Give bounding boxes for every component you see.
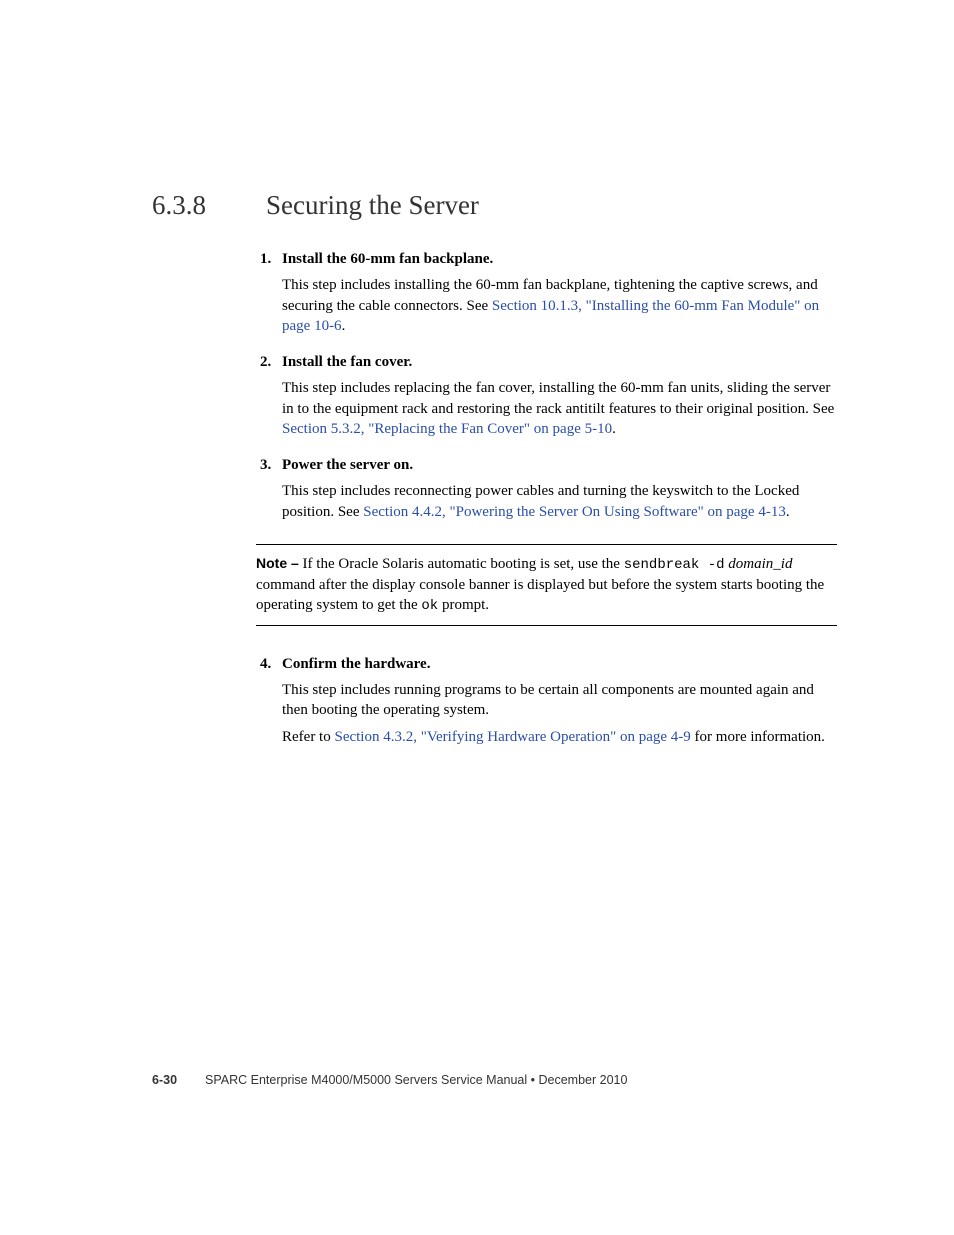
step-body: Refer to Section 4.3.2, "Verifying Hardw… bbox=[282, 727, 837, 747]
step-text-post: for more information. bbox=[691, 729, 825, 745]
step-2: Install the fan cover. This step include… bbox=[260, 352, 837, 439]
step-4: Confirm the hardware. This step includes… bbox=[260, 654, 837, 747]
page-body: 6.3.8 Securing the Server Install the 60… bbox=[0, 0, 954, 747]
step-body: This step includes reconnecting power ca… bbox=[282, 481, 837, 522]
step-text-pre: This step includes replacing the fan cov… bbox=[282, 380, 834, 416]
page-number: 6-30 bbox=[152, 1073, 177, 1087]
step-text-post: . bbox=[786, 504, 790, 520]
note-italic: domain_id bbox=[728, 556, 792, 572]
note-text-mid2: command after the display console banner… bbox=[256, 577, 824, 613]
code-ok: ok bbox=[421, 598, 438, 614]
section-number: 6.3.8 bbox=[152, 190, 260, 221]
step-title: Install the 60-mm fan backplane. bbox=[282, 249, 837, 269]
code-sendbreak: sendbreak -d bbox=[624, 557, 725, 573]
step-text-pre: Refer to bbox=[282, 729, 334, 745]
cross-ref-link[interactable]: Section 5.3.2, "Replacing the Fan Cover"… bbox=[282, 421, 612, 437]
page-footer: 6-30 SPARC Enterprise M4000/M5000 Servers… bbox=[152, 1073, 627, 1087]
note-label: Note – bbox=[256, 555, 299, 571]
section-heading: 6.3.8 Securing the Server bbox=[152, 190, 837, 221]
step-1: Install the 60-mm fan backplane. This st… bbox=[260, 249, 837, 336]
step-3: Power the server on. This step includes … bbox=[260, 455, 837, 522]
note-text-pre: If the Oracle Solaris automatic booting … bbox=[299, 556, 624, 572]
cross-ref-link[interactable]: Section 4.4.2, "Powering the Server On U… bbox=[363, 504, 786, 520]
step-title: Confirm the hardware. bbox=[282, 654, 837, 674]
note-box: Note – If the Oracle Solaris automatic b… bbox=[256, 544, 837, 626]
cross-ref-link[interactable]: Section 4.3.2, "Verifying Hardware Opera… bbox=[334, 729, 690, 745]
step-body: This step includes replacing the fan cov… bbox=[282, 378, 837, 439]
step-list-continued: Confirm the hardware. This step includes… bbox=[260, 654, 837, 747]
step-body: This step includes installing the 60-mm … bbox=[282, 275, 837, 336]
step-text-post: . bbox=[612, 421, 616, 437]
step-text-post: . bbox=[342, 318, 346, 334]
step-title: Install the fan cover. bbox=[282, 352, 837, 372]
step-title: Power the server on. bbox=[282, 455, 837, 475]
content-area: Install the 60-mm fan backplane. This st… bbox=[260, 249, 837, 747]
step-list: Install the 60-mm fan backplane. This st… bbox=[260, 249, 837, 522]
note-text-post: prompt. bbox=[438, 597, 489, 613]
section-title: Securing the Server bbox=[266, 190, 479, 221]
footer-text: SPARC Enterprise M4000/M5000 Servers Ser… bbox=[205, 1073, 627, 1087]
step-body: This step includes running programs to b… bbox=[282, 680, 837, 721]
